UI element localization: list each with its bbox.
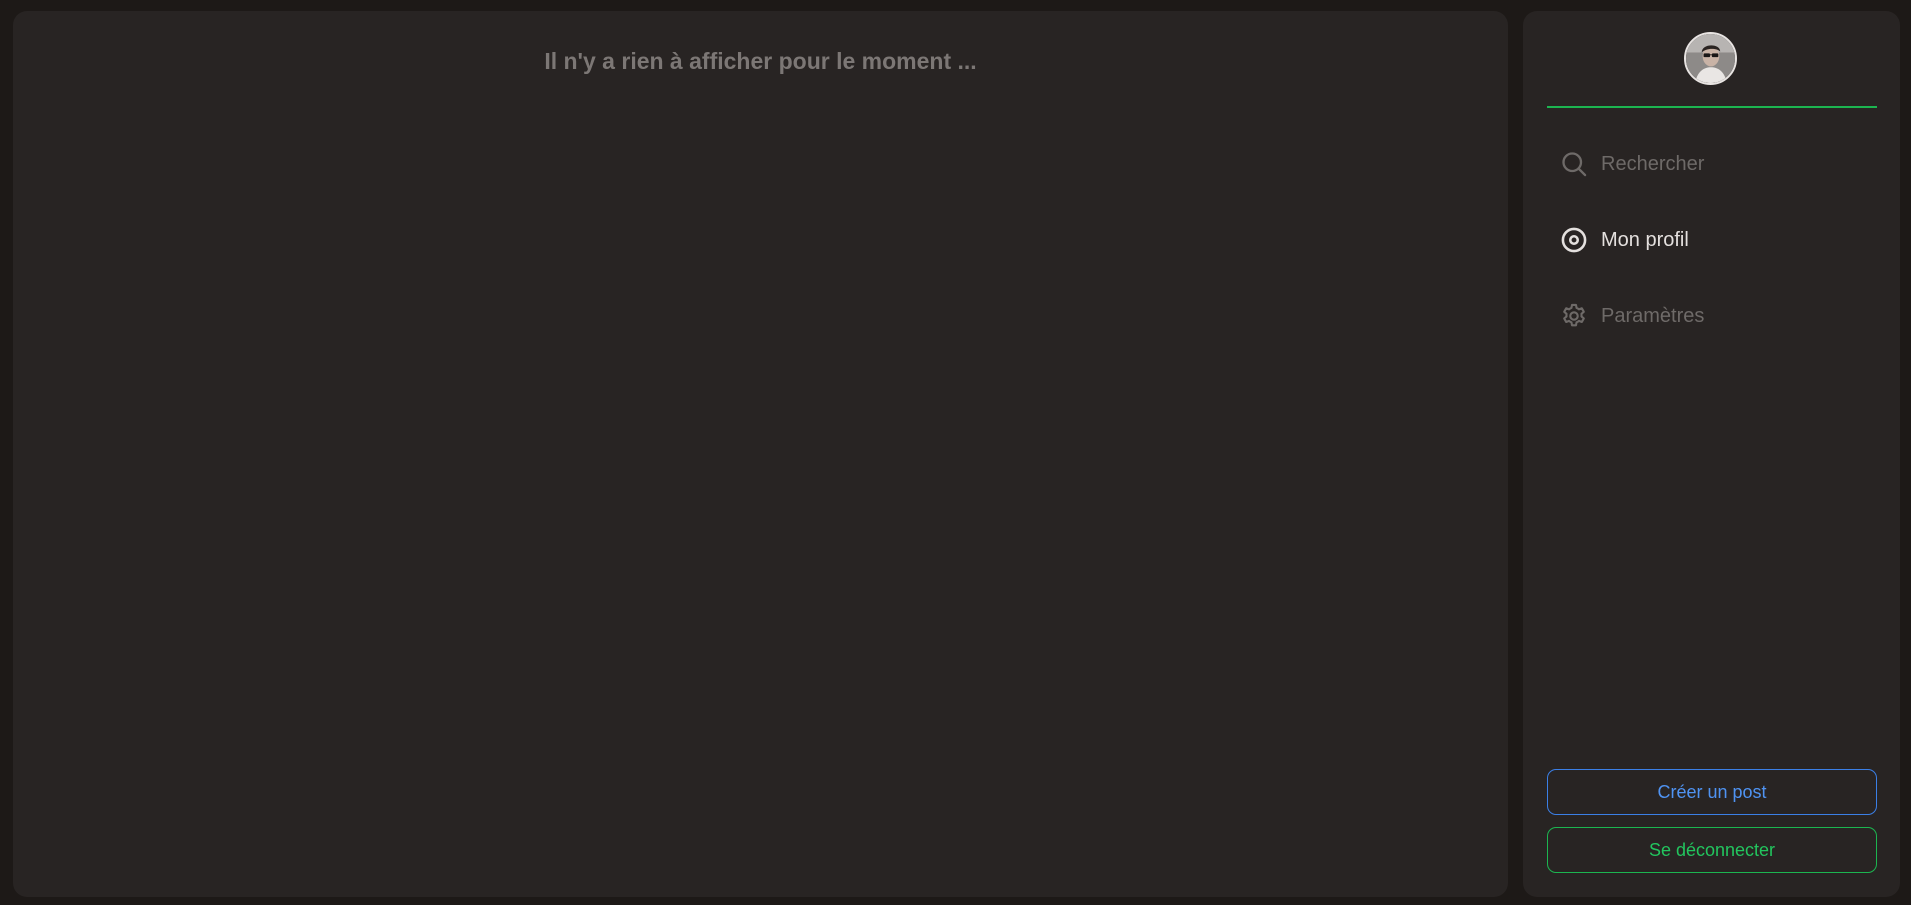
profile-target-icon (1559, 225, 1589, 255)
logout-button[interactable]: Se déconnecter (1547, 827, 1877, 873)
sidebar-divider (1547, 106, 1877, 108)
create-post-button[interactable]: Créer un post (1547, 769, 1877, 815)
sidebar: Rechercher Mon profil Paramètres Créer u… (1523, 11, 1900, 897)
avatar[interactable] (1684, 32, 1737, 85)
gear-icon (1559, 301, 1589, 331)
sidebar-item-label: Mon profil (1601, 228, 1689, 251)
search-icon (1559, 149, 1589, 179)
feed-panel: Il n'y a rien à afficher pour le moment … (13, 11, 1508, 897)
sidebar-item-label: Rechercher (1601, 152, 1705, 175)
sidebar-item-profile[interactable]: Mon profil (1559, 223, 1689, 257)
user-avatar-photo-icon (1686, 34, 1735, 83)
empty-feed-message: Il n'y a rien à afficher pour le moment … (544, 48, 977, 74)
sidebar-item-label: Paramètres (1601, 304, 1705, 327)
sidebar-item-search[interactable]: Rechercher (1559, 147, 1704, 181)
sidebar-item-settings[interactable]: Paramètres (1559, 299, 1704, 333)
